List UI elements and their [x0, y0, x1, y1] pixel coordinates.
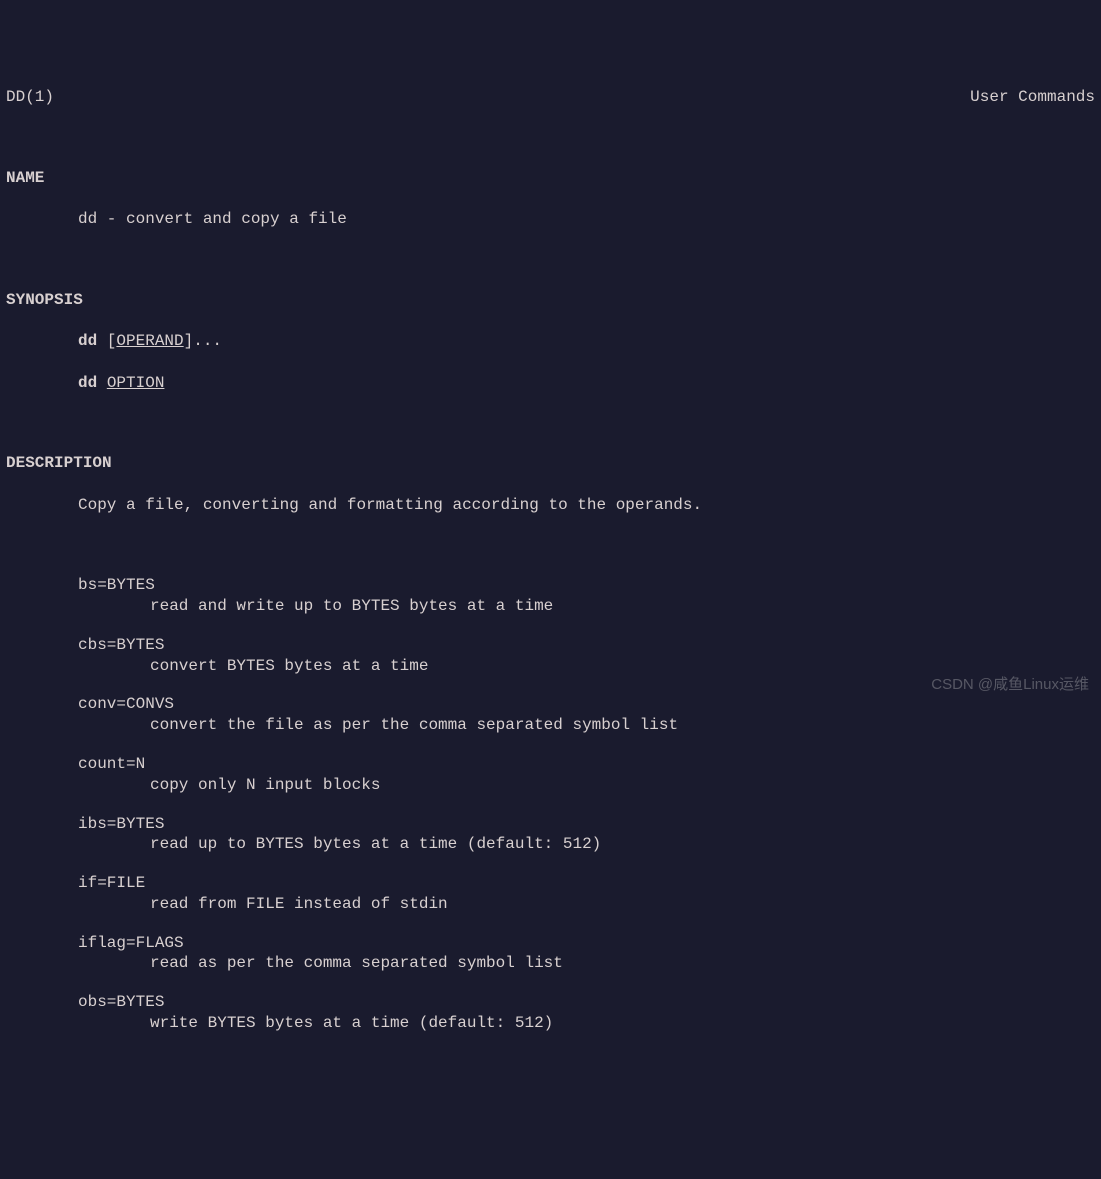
option-desc: copy only N input blocks [6, 775, 1095, 796]
option-desc: write BYTES bytes at a time (default: 51… [6, 1013, 1095, 1034]
synopsis-line-2: dd OPTION [6, 373, 1095, 394]
option-block: iflag=FLAGSread as per the comma separat… [6, 933, 1095, 975]
option-desc: read and write up to BYTES bytes at a ti… [6, 596, 1095, 617]
option-desc: convert BYTES bytes at a time [6, 656, 1095, 677]
watermark: CSDN @咸鱼Linux运维 [931, 675, 1089, 695]
option-block: obs=BYTESwrite BYTES bytes at a time (de… [6, 992, 1095, 1034]
option-desc: read from FILE instead of stdin [6, 894, 1095, 915]
description-intro: Copy a file, converting and formatting a… [6, 495, 1095, 516]
synopsis-arg-2: OPTION [107, 374, 165, 392]
option-block: count=Ncopy only N input blocks [6, 754, 1095, 796]
synopsis-cmd-1: dd [78, 332, 97, 350]
option-key: if=FILE [6, 873, 1095, 894]
option-key: cbs=BYTES [6, 635, 1095, 656]
manpage-header-left: DD(1) [6, 87, 54, 108]
option-key: ibs=BYTES [6, 814, 1095, 835]
manpage-header: DD(1) User Commands [6, 87, 1095, 108]
option-block: if=FILEread from FILE instead of stdin [6, 873, 1095, 915]
option-block: ibs=BYTESread up to BYTES bytes at a tim… [6, 814, 1095, 856]
option-key: bs=BYTES [6, 575, 1095, 596]
section-heading-synopsis: SYNOPSIS [6, 290, 1095, 311]
synopsis-line-1: dd [OPERAND]... [6, 331, 1095, 352]
option-block: cbs=BYTESconvert BYTES bytes at a time [6, 635, 1095, 677]
section-heading-name: NAME [6, 168, 1095, 189]
synopsis-cmd-2: dd [78, 374, 97, 392]
option-desc: convert the file as per the comma separa… [6, 715, 1095, 736]
option-key: conv=CONVS [6, 694, 1095, 715]
option-key: iflag=FLAGS [6, 933, 1095, 954]
option-key: obs=BYTES [6, 992, 1095, 1013]
option-block: bs=BYTESread and write up to BYTES bytes… [6, 575, 1095, 617]
manpage-header-right: User Commands [970, 87, 1095, 108]
name-text: dd - convert and copy a file [6, 209, 1095, 230]
synopsis-arg-1: OPERAND [116, 332, 183, 350]
option-block: conv=CONVSconvert the file as per the co… [6, 694, 1095, 736]
option-desc: read as per the comma separated symbol l… [6, 953, 1095, 974]
section-heading-description: DESCRIPTION [6, 453, 1095, 474]
synopsis-prefix-1: [ [97, 332, 116, 350]
synopsis-suffix-1: ]... [184, 332, 222, 350]
option-desc: read up to BYTES bytes at a time (defaul… [6, 834, 1095, 855]
option-key: count=N [6, 754, 1095, 775]
